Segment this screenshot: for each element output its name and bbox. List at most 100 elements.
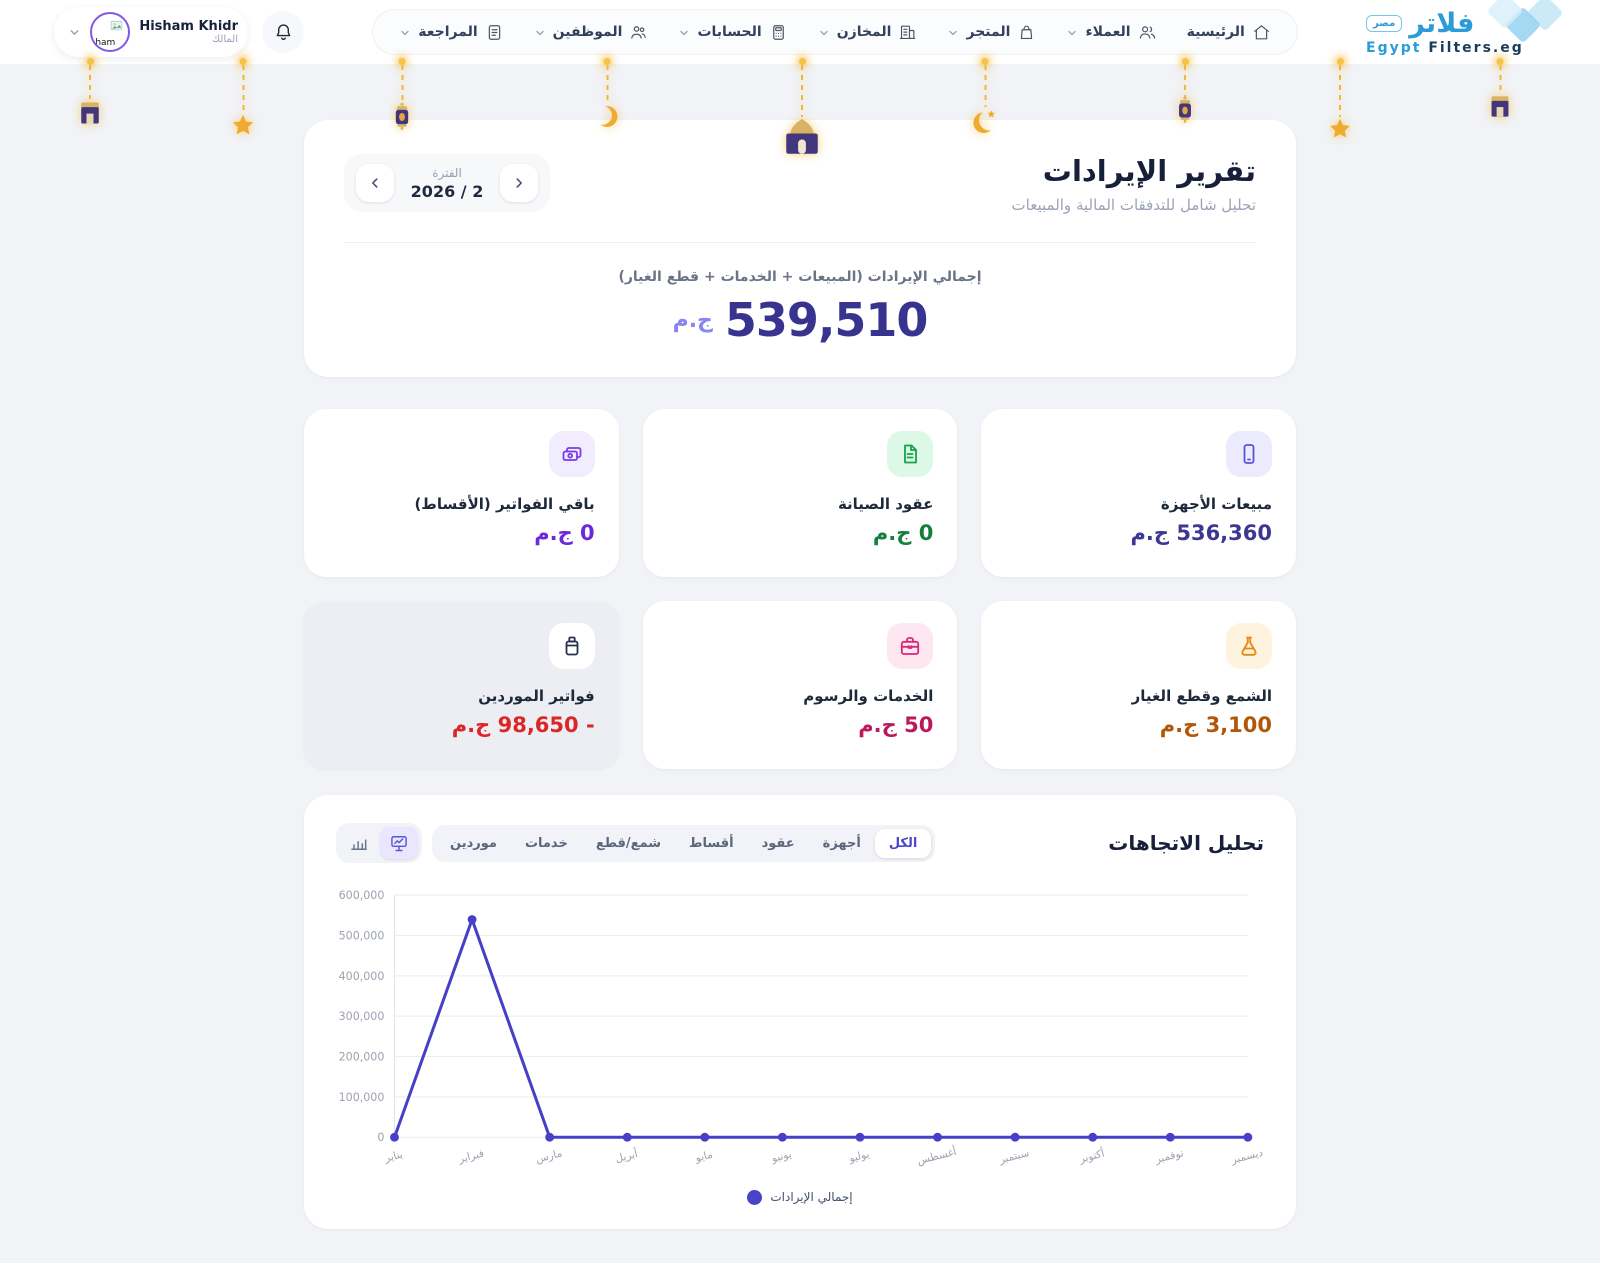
nav-item-customers[interactable]: العملاء [1066,23,1156,42]
page-title: تقرير الإيرادات [1012,154,1256,188]
brand-logo: فلاتر مصر Egypt Filters.eg [1366,8,1556,56]
stat-card-label: فواتير الموردين [328,687,595,705]
data-point[interactable] [468,915,477,924]
line-chart-toggle-button[interactable] [380,827,418,859]
stat-card-wax-spare-parts: الشمع وقطع الغيار 3,100 ج.م [981,601,1296,769]
stat-card-value: 50 ج.م [667,713,934,737]
data-point[interactable] [1243,1133,1252,1142]
data-point[interactable] [390,1133,399,1142]
bag-icon [1017,23,1036,42]
chevron-left-icon [368,176,382,190]
main-nav: الرئيسية العملاء المتجر المخازن الحسابات المو… [372,9,1298,55]
notifications-button[interactable] [262,11,304,53]
trend-filter-tabs: الكلأجهزةعقودأقساطشمع/قطعخدماتموردين [432,825,935,862]
chevron-down-icon [1066,27,1078,39]
stat-card-value: 0 ج.م [667,521,934,545]
bar-chart-icon [349,833,369,853]
trends-chart-wrap: 0100,000200,000300,000400,000500,000600,… [336,881,1264,1186]
logo-arabic-text: فلاتر [1409,8,1474,39]
nav-item-accounts[interactable]: الحسابات [678,23,787,42]
svg-text:600,000: 600,000 [339,889,385,902]
data-point[interactable] [545,1133,554,1142]
svg-text:100,000: 100,000 [339,1091,385,1104]
users-icon [1138,23,1157,42]
stat-card-device-sales: مبيعات الأجهزة536,360 ج.م [981,409,1296,577]
document-icon [485,23,504,42]
bell-icon [273,22,294,43]
stat-card-value: 3,100 ج.م [1005,713,1272,737]
trend-tab-suppliers[interactable]: موردين [436,829,511,858]
report-summary-card: تقرير الإيرادات تحليل شامل للتدفقات الما… [304,120,1296,377]
data-point[interactable] [1166,1133,1175,1142]
home-icon [1252,23,1271,42]
trend-tab-installments[interactable]: أقساط [675,829,748,858]
data-point[interactable] [1088,1133,1097,1142]
legend-dot [747,1190,762,1205]
total-revenue-block: إجمالي الإيرادات (المبيعات + الخدمات + ق… [344,269,1256,347]
data-point[interactable] [778,1133,787,1142]
nav-item-review[interactable]: المراجعة [399,23,503,42]
user-menu[interactable]: Hisham Khidr المالك ham [54,7,248,57]
page-subtitle: تحليل شامل للتدفقات المالية والمبيعات [1012,196,1256,214]
svg-text:أغسطس: أغسطس [915,1144,957,1167]
trend-tab-wax-parts[interactable]: شمع/قطع [582,829,675,858]
svg-text:أكتوبر: أكتوبر [1077,1146,1106,1166]
chevron-down-icon [399,27,411,39]
nav-item-store[interactable]: المتجر [947,23,1036,42]
data-point[interactable] [700,1133,709,1142]
chevron-down-icon [534,27,546,39]
chevron-down-icon [678,27,690,39]
svg-text:0: 0 [377,1131,384,1144]
data-point[interactable] [623,1133,632,1142]
chart-type-toggle [336,823,422,863]
warehouse-icon [898,23,917,42]
trends-title: تحليل الاتجاهات [1108,831,1264,855]
chevron-down-icon [68,26,81,39]
trend-tab-contracts[interactable]: عقود [748,829,809,858]
trends-card: تحليل الاتجاهات الكلأجهزةعقودأقساطشمع/قط… [304,795,1296,1229]
decoration-kaaba-icon [76,58,104,127]
period-value: 2026 / 2 [404,182,490,201]
data-point[interactable] [856,1133,865,1142]
avatar-alt-text: ham [95,38,115,48]
stat-card-label: الشمع وقطع الغيار [1005,687,1272,705]
kaaba-icon [1487,93,1514,120]
stat-card-value: 536,360 ج.م [1005,521,1272,545]
employees-icon [629,23,648,42]
period-label: الفترة [404,166,490,180]
calculator-icon [769,23,788,42]
nav-item-employees[interactable]: الموظفين [534,23,649,42]
data-point[interactable] [933,1133,942,1142]
stat-card-remaining-installments: باقي الفواتير (الأقساط)0 ج.م [304,409,619,577]
stat-card-label: باقي الفواتير (الأقساط) [328,495,595,513]
device-icon [1226,431,1272,477]
bar-chart-toggle-button[interactable] [340,827,378,859]
total-revenue-label: إجمالي الإيرادات (المبيعات + الخدمات + ق… [344,269,1256,285]
data-point[interactable] [1011,1133,1020,1142]
star-icon [231,113,256,138]
stat-card-label: الخدمات والرسوم [667,687,934,705]
briefcase-icon [887,623,933,669]
svg-text:يونيو: يونيو [770,1148,793,1165]
svg-text:سبتمبر: سبتمبر [997,1147,1030,1166]
logo-country-badge: مصر [1366,15,1402,32]
svg-text:400,000: 400,000 [339,970,385,983]
trend-tab-services[interactable]: خدمات [511,829,582,858]
period-forward-button[interactable] [500,164,538,202]
trend-tab-all[interactable]: الكل [875,829,932,858]
broken-image-icon [110,19,123,32]
stat-cards-grid: مبيعات الأجهزة536,360 ج.م عقود الصيانة 0 ج… [304,409,1296,769]
chevron-right-icon [512,176,526,190]
decoration-star-icon [231,58,256,138]
nav-item-warehouses[interactable]: المخازن [818,23,918,42]
svg-text:مايو: مايو [693,1149,714,1165]
stat-card-label: عقود الصيانة [667,495,934,513]
chevron-down-icon [947,27,959,39]
period-back-button[interactable] [356,164,394,202]
svg-text:فبراير: فبراير [456,1148,485,1166]
svg-text:500,000: 500,000 [339,930,385,943]
kaaba-icon [76,99,104,127]
svg-text:300,000: 300,000 [339,1010,385,1023]
trend-tab-devices[interactable]: أجهزة [809,829,875,858]
nav-item-home[interactable]: الرئيسية [1187,23,1271,42]
